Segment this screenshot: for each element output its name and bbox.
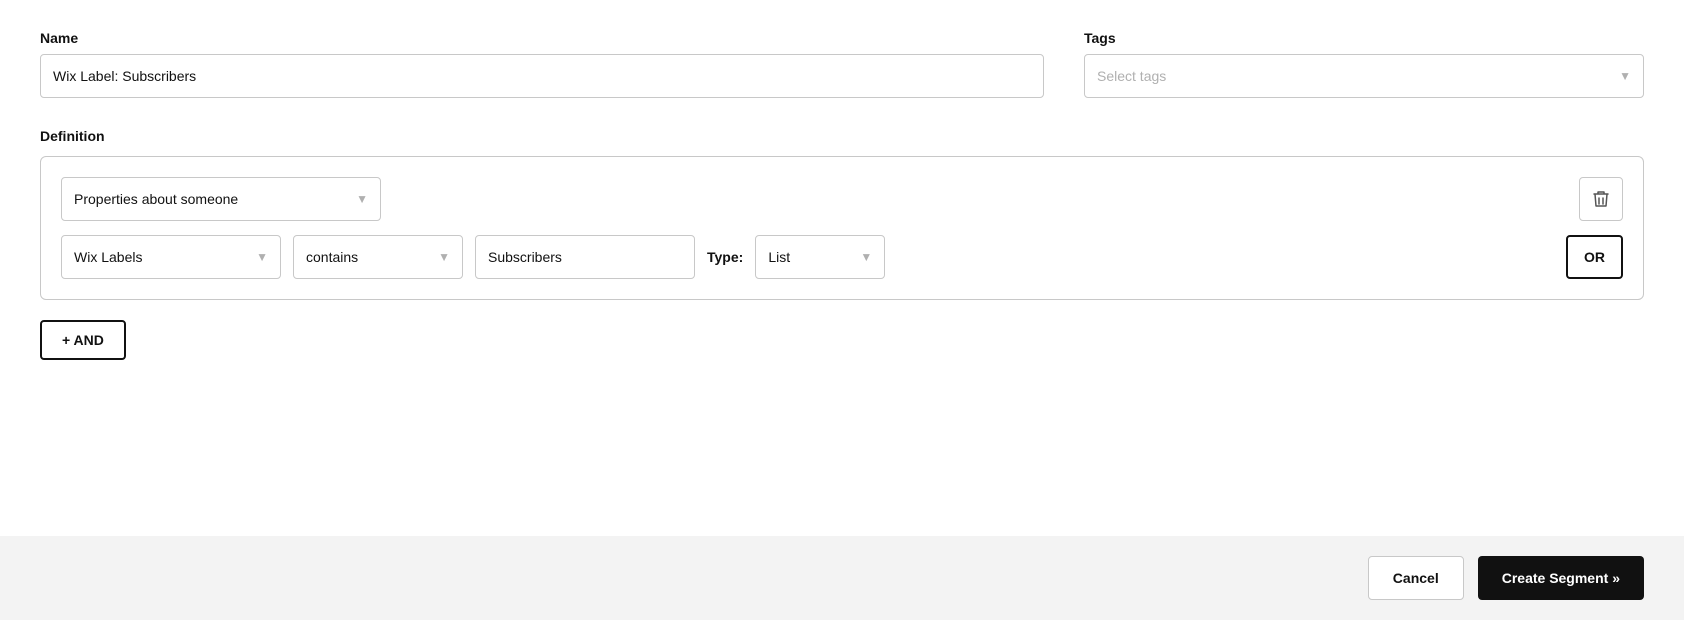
trash-icon [1593, 190, 1609, 208]
contains-value: contains [306, 249, 358, 265]
cancel-button[interactable]: Cancel [1368, 556, 1464, 600]
name-label: Name [40, 30, 1044, 46]
tags-field-group: Tags Select tags ▼ [1084, 30, 1644, 98]
page-wrapper: Name Tags Select tags ▼ Definition Prope… [0, 0, 1684, 620]
tags-placeholder: Select tags [1097, 68, 1166, 84]
name-field-group: Name [40, 30, 1044, 98]
contains-dropdown[interactable]: contains ▼ [293, 235, 463, 279]
definition-label: Definition [40, 128, 1644, 144]
definition-section: Definition Properties about someone ▼ [40, 128, 1644, 300]
wix-labels-chevron-icon: ▼ [256, 250, 268, 264]
top-row: Name Tags Select tags ▼ [40, 30, 1644, 98]
wix-labels-dropdown[interactable]: Wix Labels ▼ [61, 235, 281, 279]
type-label: Type: [707, 249, 743, 265]
name-input[interactable] [40, 54, 1044, 98]
properties-dropdown[interactable]: Properties about someone ▼ [61, 177, 381, 221]
trash-button[interactable] [1579, 177, 1623, 221]
properties-dropdown-value: Properties about someone [74, 191, 238, 207]
contains-chevron-icon: ▼ [438, 250, 450, 264]
tags-chevron-icon: ▼ [1619, 69, 1631, 83]
list-value: List [768, 249, 790, 265]
definition-top-row: Properties about someone ▼ [61, 177, 1623, 221]
tags-select[interactable]: Select tags ▼ [1084, 54, 1644, 98]
main-content: Name Tags Select tags ▼ Definition Prope… [0, 0, 1684, 536]
wix-labels-value: Wix Labels [74, 249, 142, 265]
and-button[interactable]: + AND [40, 320, 126, 360]
definition-box: Properties about someone ▼ Wix Labels ▼ [40, 156, 1644, 300]
footer-bar: Cancel Create Segment » [0, 536, 1684, 620]
and-button-label: + AND [62, 332, 104, 348]
create-segment-button[interactable]: Create Segment » [1478, 556, 1644, 600]
list-chevron-icon: ▼ [860, 250, 872, 264]
list-dropdown[interactable]: List ▼ [755, 235, 885, 279]
definition-conditions-row: Wix Labels ▼ contains ▼ Type: List ▼ OR [61, 235, 1623, 279]
or-button[interactable]: OR [1566, 235, 1623, 279]
subscribers-input[interactable] [475, 235, 695, 279]
properties-chevron-icon: ▼ [356, 192, 368, 206]
tags-label: Tags [1084, 30, 1644, 46]
